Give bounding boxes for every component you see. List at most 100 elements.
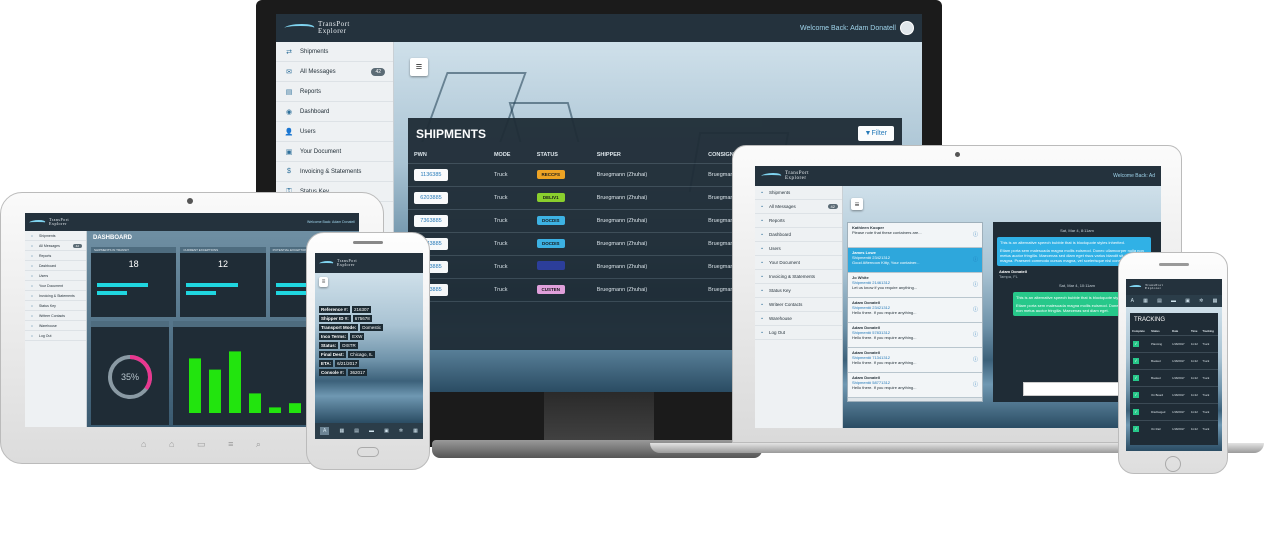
iphone-home-button[interactable] bbox=[1165, 456, 1181, 472]
complete-checkbox[interactable]: ✓ bbox=[1133, 425, 1139, 432]
complete-checkbox[interactable]: ✓ bbox=[1133, 357, 1139, 364]
sidebar-item[interactable]: • Your Document bbox=[755, 256, 842, 270]
nav-doc-icon[interactable]: ▦ bbox=[1143, 298, 1148, 304]
toolbar-gear-icon[interactable]: ✲ bbox=[399, 428, 403, 434]
sidebar-item[interactable]: • Warehouse bbox=[25, 321, 86, 331]
message-item[interactable]: Adam Donatell Shipment# 58771312 Hello the… bbox=[848, 373, 982, 398]
phone-home-button[interactable] bbox=[357, 447, 379, 457]
sidebar-item[interactable]: • Writeer Contacts bbox=[25, 311, 86, 321]
menu-icon[interactable]: ≡ bbox=[228, 439, 233, 451]
pwn-link[interactable]: 7363885 bbox=[414, 214, 448, 227]
info-icon[interactable]: ⓘ bbox=[973, 281, 978, 288]
sidebar-item[interactable]: • Dashboard bbox=[755, 228, 842, 242]
message-item[interactable]: Adam Donatell Shipment# 23421312 Hello the… bbox=[848, 298, 982, 323]
toolbar-truck-icon[interactable]: ▬ bbox=[369, 428, 374, 434]
sidebar-item[interactable]: • Invoicing & Statements bbox=[25, 291, 86, 301]
nav-list-icon[interactable]: ▤ bbox=[1157, 298, 1162, 304]
nav-a-icon[interactable]: A bbox=[1131, 298, 1134, 304]
stat-card[interactable]: SHIPMENTS IN TRANSIT 18 bbox=[91, 247, 177, 317]
message-item[interactable]: Kathleen Kooper Please note that these co… bbox=[848, 223, 982, 248]
info-icon[interactable]: ⓘ bbox=[973, 381, 978, 388]
sidebar-item-label: Reports bbox=[39, 253, 52, 258]
nav-grid-icon[interactable]: ▦ bbox=[1213, 298, 1218, 304]
sidebar-item[interactable]: • Invoicing & Statements bbox=[755, 270, 842, 284]
sidebar-item[interactable]: • Users bbox=[25, 271, 86, 281]
sidebar-item[interactable]: 👤 Users bbox=[276, 122, 393, 142]
column-header[interactable]: MODE bbox=[488, 147, 531, 163]
complete-checkbox[interactable]: ✓ bbox=[1133, 340, 1139, 347]
sidebar-item[interactable]: • All Messages 42 bbox=[25, 241, 86, 251]
sidebar-item[interactable]: • Reports bbox=[755, 214, 842, 228]
sidebar-item[interactable]: • Status Key bbox=[755, 284, 842, 298]
column-header[interactable]: PWN bbox=[408, 147, 488, 163]
sidebar-item[interactable]: • Warehouse bbox=[755, 312, 842, 326]
message-item[interactable]: Adam Donatell Shipment# 71341312 Hello the… bbox=[848, 348, 982, 373]
sidebar-item[interactable]: • Shipments bbox=[755, 186, 842, 200]
phone-menu-button[interactable]: ≡ bbox=[319, 277, 328, 287]
search-icon[interactable]: ⌕ bbox=[256, 439, 261, 451]
sidebar-item[interactable]: ▤ Reports bbox=[276, 82, 393, 102]
tablet-welcome: Welcome Back: Adam Donatell bbox=[307, 220, 355, 224]
complete-checkbox[interactable]: ✓ bbox=[1133, 408, 1139, 415]
toolbar-doc-icon[interactable]: ▦ bbox=[339, 428, 344, 434]
laptop-screen: TransPort Explorer Welcome Back: Ad • Ship… bbox=[755, 166, 1161, 428]
nav-gear-icon[interactable]: ✲ bbox=[1199, 298, 1203, 304]
sidebar-item[interactable]: • All Messages 42 bbox=[755, 200, 842, 214]
info-icon[interactable]: ⓘ bbox=[973, 256, 978, 263]
sidebar-item[interactable]: • Shipments bbox=[25, 231, 86, 241]
info-icon[interactable]: ⓘ bbox=[973, 356, 978, 363]
message-item[interactable]: Adam Donatell Shipment# 57831312 Hello the… bbox=[848, 323, 982, 348]
tablet-logo[interactable]: TransPort Explorer bbox=[27, 218, 69, 226]
laptop-logo[interactable]: TransPort Explorer bbox=[758, 171, 809, 181]
nav-box-icon[interactable]: ▣ bbox=[1185, 298, 1190, 304]
iphone-logo[interactable]: TransPort Explorer bbox=[1127, 283, 1163, 291]
mode-cell: Truck bbox=[493, 263, 508, 270]
sidebar-item[interactable]: • Your Document bbox=[25, 281, 86, 291]
toolbar-grid-icon[interactable]: ▦ bbox=[413, 428, 418, 434]
info-icon[interactable]: ⓘ bbox=[973, 231, 978, 238]
complete-checkbox[interactable]: ✓ bbox=[1133, 391, 1139, 398]
info-icon[interactable]: ⓘ bbox=[973, 306, 978, 313]
sidebar-item-label: Log Out bbox=[769, 330, 786, 335]
recent-icon[interactable]: ▭ bbox=[197, 439, 206, 451]
info-icon[interactable]: ⓘ bbox=[973, 331, 978, 338]
sidebar-item[interactable]: • Dashboard bbox=[25, 261, 86, 271]
sidebar-item[interactable]: • Users bbox=[755, 242, 842, 256]
menu-toggle-button[interactable]: ≡ bbox=[410, 58, 428, 76]
tracking-date: 1/18/2017 bbox=[1172, 392, 1185, 397]
sidebar-item[interactable]: • Log Out bbox=[25, 331, 86, 341]
avatar[interactable] bbox=[900, 21, 914, 35]
message-item[interactable]: Jo White Shipment# 21461312 Let us know if… bbox=[848, 273, 982, 298]
nav-truck-icon[interactable]: ▬ bbox=[1171, 298, 1176, 304]
laptop-menu-button[interactable]: ≡ bbox=[851, 198, 863, 210]
back-icon[interactable]: ⌂ bbox=[141, 439, 146, 451]
column-header[interactable]: STATUS bbox=[531, 147, 591, 163]
sidebar-icon: • bbox=[31, 313, 33, 318]
message-item[interactable]: James Lowe Shipment# 23421312 Good Afterno… bbox=[848, 248, 982, 273]
toolbar-list-icon[interactable]: ▤ bbox=[354, 428, 359, 434]
tracking-mode: Truck bbox=[1202, 341, 1210, 346]
sidebar-item[interactable]: • Log Out bbox=[755, 326, 842, 340]
detail-value: Chicago, IL bbox=[348, 351, 375, 358]
column-header[interactable]: SHIPPER bbox=[591, 147, 702, 163]
filter-button[interactable]: ▼Filter bbox=[857, 126, 894, 141]
sidebar-item[interactable]: ▣ Your Document bbox=[276, 142, 393, 162]
sidebar-item[interactable]: • Reports bbox=[25, 251, 86, 261]
sidebar-item[interactable]: ⇄ Shipments bbox=[276, 42, 393, 62]
sidebar-item[interactable]: • Writeer Contacts bbox=[755, 298, 842, 312]
sidebar-item[interactable]: ✉ All Messages 42 bbox=[276, 62, 393, 82]
sidebar-item[interactable]: $ Invoicing & Statements bbox=[276, 162, 393, 182]
home-icon[interactable]: ⌂ bbox=[169, 439, 174, 451]
toolbar-box-icon[interactable]: ▣ bbox=[384, 428, 389, 434]
tracking-status: Booked bbox=[1151, 375, 1161, 380]
pwn-link[interactable]: 1136385 bbox=[414, 168, 448, 181]
complete-checkbox[interactable]: ✓ bbox=[1133, 374, 1139, 381]
sidebar-item[interactable]: ◉ Dashboard bbox=[276, 102, 393, 122]
tracking-date: 1/18/2017 bbox=[1172, 409, 1185, 414]
toolbar-a-icon[interactable]: A bbox=[320, 427, 330, 435]
stat-card[interactable]: CURRENT EXCEPTIONS 12 bbox=[180, 247, 266, 317]
app-logo[interactable]: TransPort Explorer bbox=[281, 21, 350, 35]
sidebar-item[interactable]: • Status Key bbox=[25, 301, 86, 311]
phone-logo[interactable]: TransPort Explorer bbox=[317, 259, 357, 267]
pwn-link[interactable]: 6203885 bbox=[414, 191, 448, 204]
